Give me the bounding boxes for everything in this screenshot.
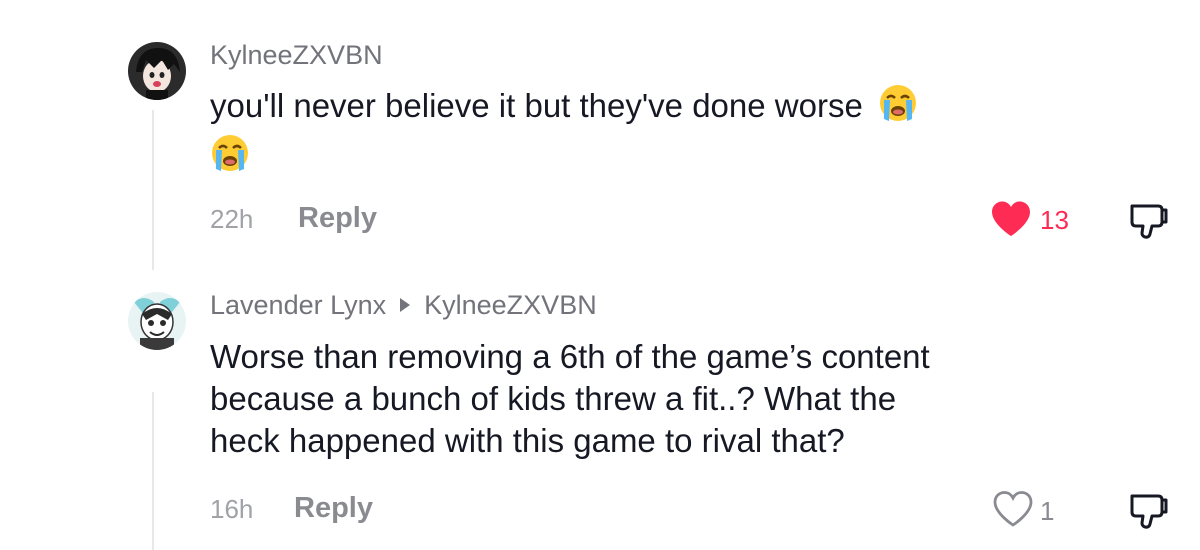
thumbs-down-icon[interactable] [1128, 490, 1170, 537]
comment-username: Lavender Lynx KylneeZXVBN [210, 290, 597, 321]
heart-outline-icon[interactable] [992, 490, 1034, 533]
heart-icon[interactable] [990, 200, 1032, 243]
comment-text: you'll never believe it but they've done… [210, 83, 1140, 183]
like-count: 1 [1040, 496, 1055, 526]
comment-body: you'll never believe it but they've done… [210, 87, 863, 124]
like-count: 13 [1040, 205, 1069, 235]
loudly-crying-face-icon [210, 133, 250, 183]
comment-line: Worse than removing a 6th of the game’s … [210, 338, 930, 375]
comment-line: heck happened with this game to rival th… [210, 422, 845, 459]
thread-line [152, 392, 154, 550]
thumbs-down-icon[interactable] [1128, 200, 1170, 247]
comment-timestamp: 22h [210, 204, 254, 234]
avatar[interactable] [128, 292, 186, 350]
loudly-crying-face-icon [878, 83, 918, 133]
avatar[interactable] [128, 42, 186, 100]
comment-line: because a bunch of kids threw a fit..? W… [210, 380, 897, 417]
comment-text: Worse than removing a 6th of the game’s … [210, 336, 1170, 462]
reply-button[interactable]: Reply [298, 202, 377, 235]
reply-button[interactable]: Reply [294, 492, 373, 525]
comment-username[interactable]: KylneeZXVBN [210, 40, 383, 71]
reply-author[interactable]: Lavender Lynx [210, 290, 386, 320]
reply-arrow-icon [400, 298, 411, 313]
thread-line [152, 110, 154, 270]
reply-target[interactable]: KylneeZXVBN [424, 290, 597, 320]
comment-timestamp: 16h [210, 494, 254, 524]
